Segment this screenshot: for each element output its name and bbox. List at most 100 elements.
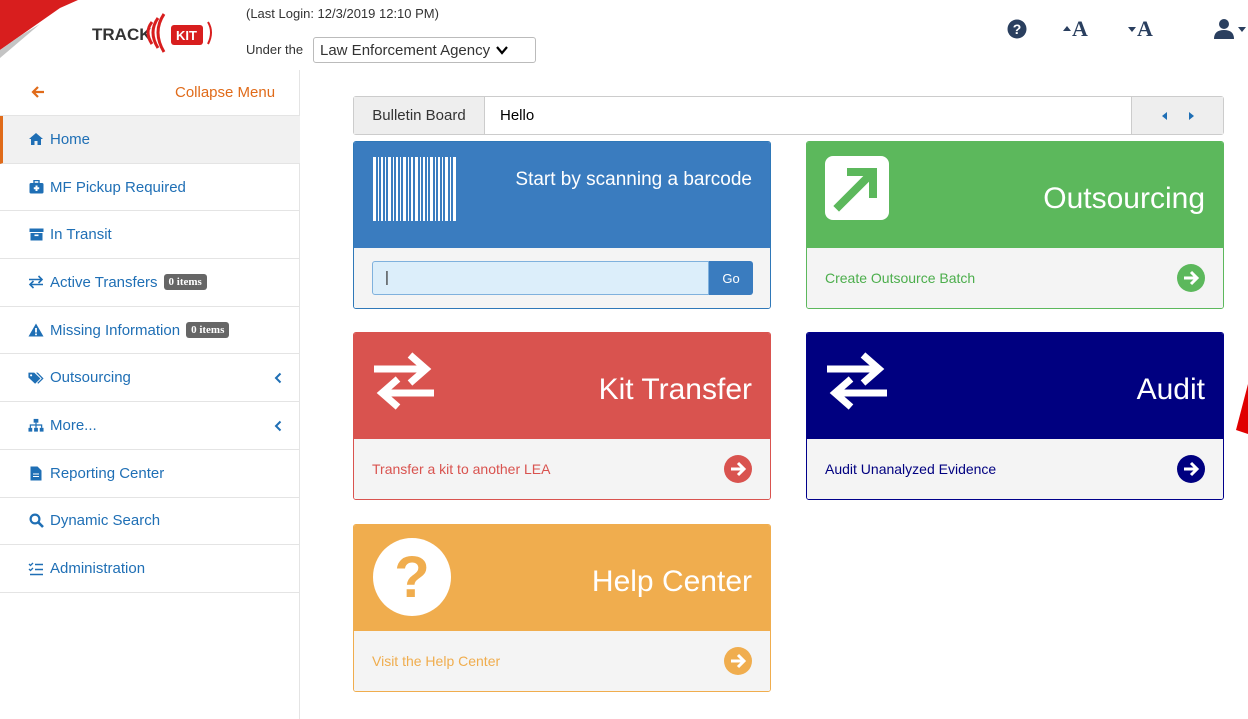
question-circle-icon: ?: [373, 538, 451, 616]
bulletin-board-label: Bulletin Board: [354, 97, 485, 134]
sidebar-item-label: Home: [50, 130, 91, 148]
arrow-circle-right-icon[interactable]: [1177, 264, 1205, 292]
collapse-menu-label: Collapse Menu: [175, 84, 276, 101]
exchange-icon: [374, 352, 434, 410]
app-root: TRACK KIT (Last Login: 12/3/2019 12:10 P…: [0, 0, 1248, 719]
audit-tile-header: Audit: [807, 333, 1223, 439]
sidebar-item-mf-pickup[interactable]: MF Pickup Required: [0, 164, 300, 212]
medkit-icon: [28, 179, 44, 195]
outsourcing-tile-footer[interactable]: Create Outsource Batch: [807, 248, 1223, 308]
barcode-input[interactable]: |: [372, 261, 709, 295]
exchange-icon: [28, 274, 44, 290]
arrow-circle-right-icon[interactable]: [724, 455, 752, 483]
svg-text:?: ?: [1013, 21, 1022, 37]
audit-tile[interactable]: Audit Audit Unanalyzed Evidence: [806, 332, 1224, 500]
bulletin-nav: [1131, 97, 1223, 134]
kit-transfer-tile-title: Kit Transfer: [598, 373, 752, 406]
sidebar-item-more[interactable]: More...: [0, 402, 300, 450]
sidebar-item-label: MF Pickup Required: [50, 178, 186, 196]
question-circle-icon[interactable]: ?: [1006, 16, 1028, 42]
last-login-text: (Last Login: 12/3/2019 12:10 PM): [246, 6, 439, 21]
sidebar-item-in-transit[interactable]: In Transit: [0, 211, 300, 260]
font-increase-label: A: [1072, 16, 1088, 41]
sidebar-item-administration[interactable]: Administration: [0, 545, 300, 593]
caret-right-icon[interactable]: [1187, 111, 1195, 121]
scan-tile-header: Start by scanning a barcode: [354, 142, 770, 248]
tags-icon: [28, 370, 44, 386]
sidebar-item-missing-information[interactable]: Missing Information 0 items: [0, 307, 300, 355]
sidebar-item-label: Dynamic Search: [50, 512, 161, 530]
chevron-left-icon[interactable]: [274, 420, 282, 432]
count-badge: 0 items: [163, 274, 207, 291]
sidebar-item-label: Reporting Center: [50, 464, 165, 482]
svg-text:?: ?: [394, 545, 429, 610]
svg-text:KIT: KIT: [176, 28, 197, 43]
count-badge: 0 items: [186, 322, 230, 339]
caret-up-icon: [1063, 26, 1072, 31]
sidebar: Collapse Menu Home MF Pickup Required In…: [0, 70, 300, 719]
svg-text:TRACK: TRACK: [92, 25, 152, 44]
audit-unanalyzed-evidence-link[interactable]: Audit Unanalyzed Evidence: [825, 461, 996, 477]
search-icon: [28, 513, 44, 529]
archive-icon: [28, 227, 44, 243]
go-button[interactable]: Go: [709, 261, 753, 295]
kit-transfer-tile-footer[interactable]: Transfer a kit to another LEA: [354, 439, 770, 499]
sidebar-item-label: In Transit: [50, 226, 112, 244]
sidebar-item-dynamic-search[interactable]: Dynamic Search: [0, 498, 300, 546]
trackkit-logo[interactable]: TRACK KIT: [0, 0, 240, 62]
collapse-menu-button[interactable]: Collapse Menu: [0, 70, 300, 116]
visit-help-center-link[interactable]: Visit the Help Center: [372, 653, 500, 669]
chevron-down-icon: [496, 46, 508, 55]
sidebar-item-label: More...: [50, 416, 97, 434]
under-label: Under the: [246, 42, 304, 57]
arrow-circle-right-icon[interactable]: [724, 647, 752, 675]
external-link-square-icon: [825, 156, 889, 220]
audit-tile-title: Audit: [1136, 373, 1205, 406]
kit-transfer-tile-header: Kit Transfer: [354, 333, 770, 439]
sidebar-item-label: Active Transfers: [50, 273, 158, 291]
font-decrease-icon[interactable]: A: [1123, 16, 1157, 42]
help-center-tile-title: Help Center: [591, 565, 752, 598]
audit-tile-footer[interactable]: Audit Unanalyzed Evidence: [807, 439, 1223, 499]
outsourcing-tile-header: Outsourcing: [807, 142, 1223, 248]
outsourcing-tile-title: Outsourcing: [1043, 182, 1205, 215]
scan-tile-footer: | Go: [354, 248, 770, 308]
kit-transfer-tile[interactable]: Kit Transfer Transfer a kit to another L…: [353, 332, 771, 500]
scan-barcode-tile: Start by scanning a barcode | Go: [353, 141, 771, 309]
outsourcing-tile[interactable]: Outsourcing Create Outsource Batch: [806, 141, 1224, 309]
chevron-left-icon[interactable]: [274, 372, 282, 384]
agency-select[interactable]: Law Enforcement Agency: [313, 37, 536, 63]
barcode-icon: [373, 157, 456, 221]
sidebar-item-outsourcing[interactable]: Outsourcing: [0, 354, 300, 403]
help-center-tile[interactable]: ? Help Center Visit the Help Center: [353, 524, 771, 692]
bulletin-message: Hello: [500, 107, 535, 124]
transfer-kit-link[interactable]: Transfer a kit to another LEA: [372, 461, 550, 477]
warning-icon: [28, 322, 44, 338]
user-menu-icon[interactable]: [1212, 16, 1248, 42]
red-arrow-annotation: [1236, 384, 1248, 434]
sitemap-icon: [28, 417, 44, 433]
sidebar-item-label: Missing Information: [50, 321, 181, 339]
caret-left-icon[interactable]: [1161, 111, 1169, 121]
agency-select-value: Law Enforcement Agency: [320, 41, 491, 59]
top-header: TRACK KIT (Last Login: 12/3/2019 12:10 P…: [0, 0, 1248, 70]
arrow-left-icon: [31, 86, 44, 98]
sidebar-item-active-transfers[interactable]: Active Transfers 0 items: [0, 259, 300, 307]
home-icon: [28, 131, 44, 147]
scan-tile-title: Start by scanning a barcode: [515, 169, 752, 190]
sidebar-item-reporting-center[interactable]: Reporting Center: [0, 450, 300, 498]
create-outsource-batch-link[interactable]: Create Outsource Batch: [825, 270, 975, 286]
sidebar-item-label: Outsourcing: [50, 369, 131, 387]
caret-down-small-icon: [1128, 27, 1137, 32]
font-decrease-label: A: [1137, 16, 1153, 41]
sidebar-item-home[interactable]: Home: [0, 116, 300, 164]
sidebar-item-label: Administration: [50, 560, 146, 578]
list-check-icon: [28, 561, 44, 577]
file-icon: [28, 465, 44, 481]
help-center-tile-header: ? Help Center: [354, 525, 770, 631]
font-increase-icon[interactable]: A: [1058, 16, 1092, 42]
bulletin-board: Bulletin Board Hello: [353, 96, 1224, 135]
exchange-icon: [827, 352, 887, 410]
arrow-circle-right-icon[interactable]: [1177, 455, 1205, 483]
help-center-tile-footer[interactable]: Visit the Help Center: [354, 631, 770, 691]
